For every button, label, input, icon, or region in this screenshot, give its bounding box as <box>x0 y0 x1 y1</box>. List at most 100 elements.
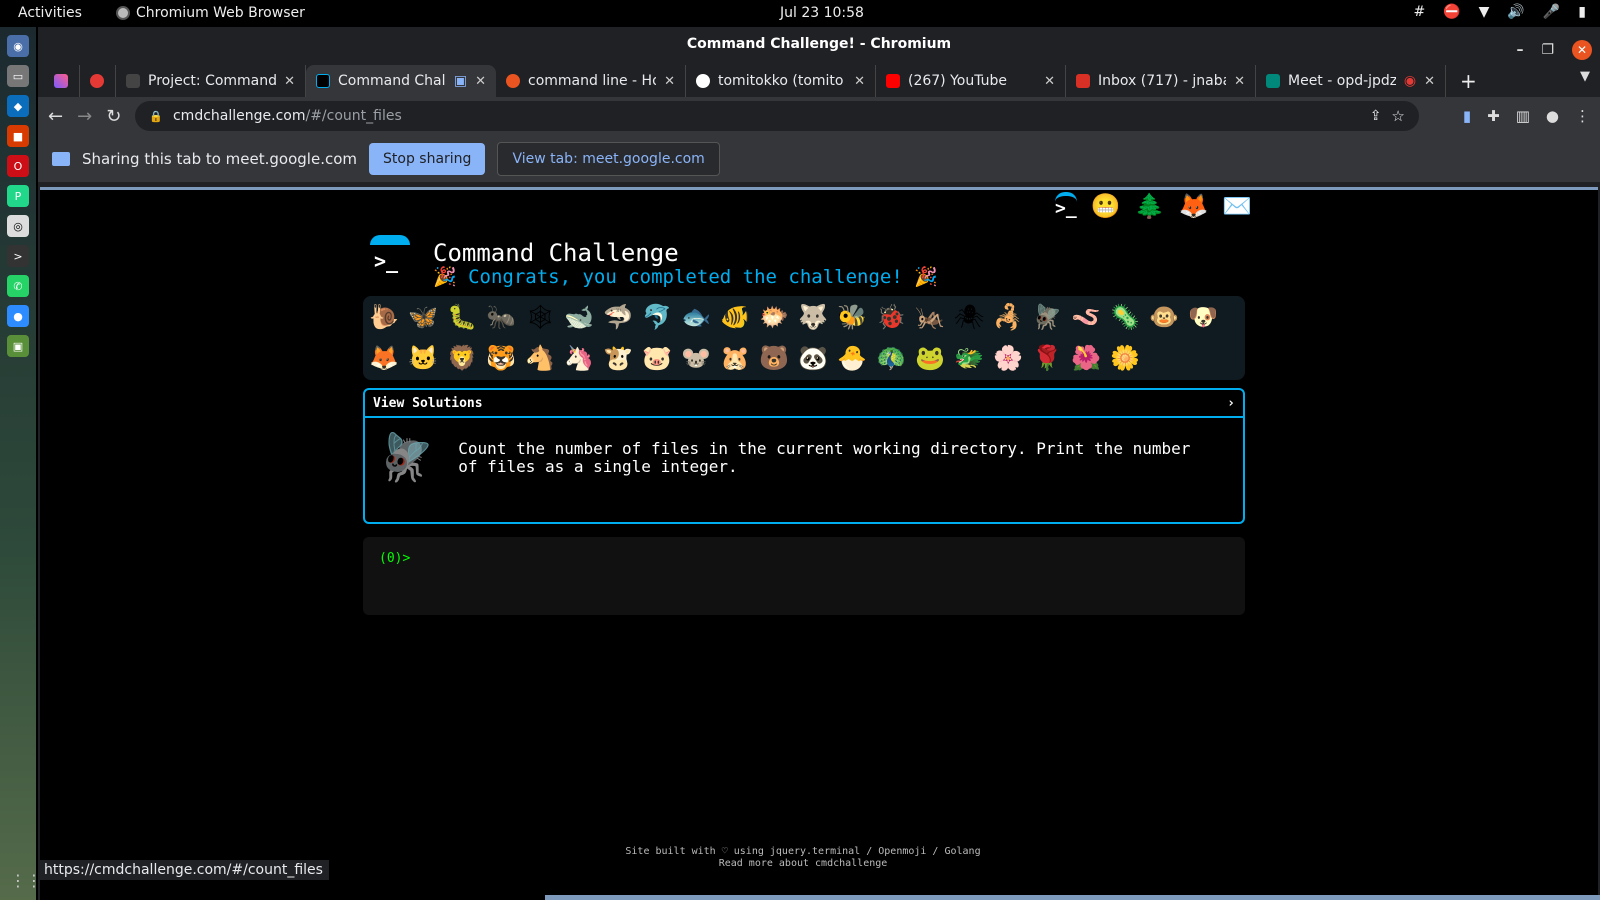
badge-icon[interactable]: 🦚 <box>876 341 906 376</box>
badge-icon[interactable]: 🐬 <box>642 300 672 335</box>
badge-icon[interactable]: 🌺 <box>1071 341 1101 376</box>
badge-icon[interactable]: 🦄 <box>564 341 594 376</box>
site-logo[interactable]: >_ <box>370 235 414 279</box>
whatsapp-dock-icon[interactable]: ✆ <box>7 275 29 297</box>
clock[interactable]: Jul 23 10:58 <box>780 5 864 21</box>
close-tab-icon[interactable]: ✕ <box>854 74 865 89</box>
tab-gmail[interactable]: Inbox (717) - jnaba ✕ <box>1066 65 1256 97</box>
chrome-dock-icon[interactable]: ◎ <box>7 215 29 237</box>
badge-icon[interactable]: 🐌 <box>369 300 399 335</box>
office-dock-icon[interactable]: ■ <box>7 125 29 147</box>
new-tab-button[interactable]: + <box>1446 65 1491 97</box>
view-tab-button[interactable]: View tab: meet.google.com <box>497 141 720 176</box>
extension-icon[interactable]: ▮ <box>1463 107 1471 125</box>
tab-project-command[interactable]: Project: Command ✕ <box>116 65 306 97</box>
system-tray[interactable]: # ⛔ ▼ 🔊 🎤 ▮ <box>1413 4 1586 20</box>
tab-github[interactable]: tomitokko (tomito ✕ <box>686 65 876 97</box>
mail-icon[interactable]: ✉️ <box>1222 192 1252 220</box>
badge-icon[interactable]: 🐝 <box>837 300 867 335</box>
kebab-menu-icon[interactable]: ⋮ <box>1575 107 1590 125</box>
badge-icon[interactable]: 🕸 <box>525 300 555 335</box>
close-tab-icon[interactable]: ✕ <box>475 74 486 89</box>
tab-meet[interactable]: Meet - opd-jpdz ◉ ✕ <box>1256 65 1446 97</box>
zoom-dock-icon[interactable]: ● <box>7 305 29 327</box>
badge-icon[interactable]: 🪱 <box>1071 300 1101 335</box>
forward-button[interactable]: → <box>77 106 92 127</box>
badge-icon[interactable]: 🐜 <box>486 300 516 335</box>
files-dock-icon[interactable]: ▭ <box>7 65 29 87</box>
terminal[interactable]: (0)> <box>363 537 1245 615</box>
close-window-button[interactable]: ✕ <box>1572 40 1592 60</box>
badge-icon[interactable]: 🐠 <box>720 300 750 335</box>
tab-youtube[interactable]: (267) YouTube ✕ <box>876 65 1066 97</box>
tab-search-chevron-icon[interactable]: ▼ <box>1580 69 1590 84</box>
badge-icon[interactable]: 🦋 <box>408 300 438 335</box>
recording-icon: ◉ <box>1403 73 1417 89</box>
badge-icon[interactable]: 🐶 <box>1188 300 1218 335</box>
activities-button[interactable]: Activities <box>18 5 82 21</box>
opera-dock-icon[interactable]: O <box>7 155 29 177</box>
badge-icon[interactable]: 🐷 <box>642 341 672 376</box>
badge-icon[interactable]: 🐭 <box>681 341 711 376</box>
tab-command-challenge[interactable]: Command Chall ▣ ✕ <box>306 65 496 97</box>
bookmark-star-icon[interactable]: ☆ <box>1391 107 1404 125</box>
badge-icon[interactable]: 🐞 <box>876 300 906 335</box>
badge-icon[interactable]: 🐯 <box>486 341 516 376</box>
badge-icon[interactable]: 🦂 <box>993 300 1023 335</box>
chromium-dock-icon[interactable]: ◉ <box>7 35 29 57</box>
badge-icon[interactable]: 🐡 <box>759 300 789 335</box>
close-tab-icon[interactable]: ✕ <box>1234 74 1245 89</box>
badge-icon[interactable]: 🦗 <box>915 300 945 335</box>
gitlab-icon[interactable]: 🦊 <box>1178 192 1208 220</box>
challenge-body: 🪰 Count the number of files in the curre… <box>365 418 1243 497</box>
badge-icon[interactable]: 🌹 <box>1032 341 1062 376</box>
reload-button[interactable]: ↻ <box>106 106 121 127</box>
close-tab-icon[interactable]: ✕ <box>284 74 295 89</box>
view-solutions-header[interactable]: View Solutions › <box>365 390 1243 418</box>
chromium-icon <box>116 6 130 20</box>
tab-askubuntu[interactable]: command line - Ho ✕ <box>496 65 686 97</box>
close-tab-icon[interactable]: ✕ <box>1044 74 1055 89</box>
badge-icon[interactable]: 🦈 <box>603 300 633 335</box>
back-button[interactable]: ← <box>48 106 63 127</box>
app-menu[interactable]: Chromium Web Browser <box>116 5 305 21</box>
badge-icon[interactable]: 🐵 <box>1149 300 1179 335</box>
close-tab-icon[interactable]: ✕ <box>1424 74 1435 89</box>
tab-pinned-2[interactable] <box>80 65 116 97</box>
badge-icon[interactable]: 🐴 <box>525 341 555 376</box>
badge-icon[interactable]: 🐹 <box>720 341 750 376</box>
badge-icon[interactable]: 🦊 <box>369 341 399 376</box>
badge-icon[interactable]: 🐋 <box>564 300 594 335</box>
badge-icon[interactable]: 🐺 <box>798 300 828 335</box>
terminal-icon[interactable]: >_ <box>1055 192 1077 220</box>
side-panel-icon[interactable]: ▥ <box>1516 107 1530 125</box>
badge-icon[interactable]: 🌸 <box>993 341 1023 376</box>
address-bar[interactable]: 🔒 cmdchallenge.com/#/count_files ⇪ ☆ <box>135 101 1419 131</box>
badge-icon[interactable]: 🐲 <box>954 341 984 376</box>
badge-icon[interactable]: 🐮 <box>603 341 633 376</box>
badge-icon[interactable]: 🦠 <box>1110 300 1140 335</box>
tree-icon[interactable]: 🌲 <box>1135 192 1165 220</box>
stop-sharing-button[interactable]: Stop sharing <box>369 142 486 175</box>
terminal-dock-icon[interactable]: > <box>7 245 29 267</box>
badge-icon[interactable]: 🐻 <box>759 341 789 376</box>
badge-icon[interactable]: 🦁 <box>447 341 477 376</box>
trash-dock-icon[interactable]: ▣ <box>7 335 29 357</box>
badge-icon[interactable]: 🪰 <box>1032 300 1062 335</box>
close-tab-icon[interactable]: ✕ <box>664 74 675 89</box>
hint-icon[interactable]: 😬 <box>1091 192 1121 220</box>
badge-icon[interactable]: 🕷 <box>954 300 984 335</box>
badge-icon[interactable]: 🐸 <box>915 341 945 376</box>
badge-icon[interactable]: 🐼 <box>798 341 828 376</box>
puzzle-icon[interactable]: ✚ <box>1487 107 1500 125</box>
profile-avatar-icon[interactable]: ● <box>1546 107 1559 125</box>
badge-icon[interactable]: 🐣 <box>837 341 867 376</box>
tab-pinned-1[interactable] <box>44 65 80 97</box>
badge-icon[interactable]: 🐱 <box>408 341 438 376</box>
pycharm-dock-icon[interactable]: P <box>7 185 29 207</box>
badge-icon[interactable]: 🐛 <box>447 300 477 335</box>
share-icon[interactable]: ⇪ <box>1370 108 1382 124</box>
badge-icon[interactable]: 🐟 <box>681 300 711 335</box>
vscode-dock-icon[interactable]: ◆ <box>7 95 29 117</box>
badge-icon[interactable]: 🌼 <box>1110 341 1140 376</box>
